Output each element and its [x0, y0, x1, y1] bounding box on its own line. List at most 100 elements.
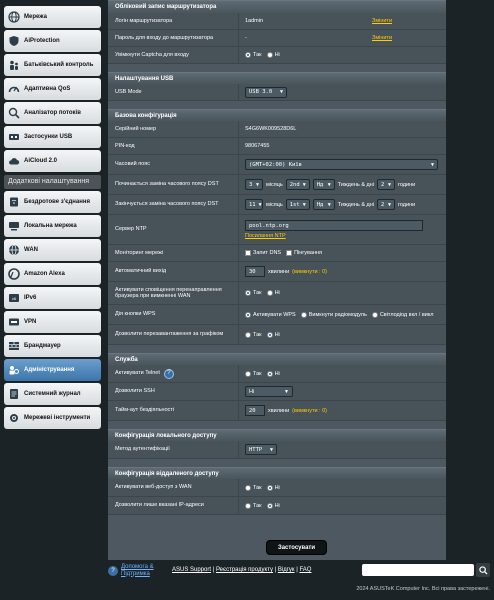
footer-search-input[interactable]	[362, 564, 474, 576]
dst-end-month-select[interactable]: 11 ▼	[245, 199, 263, 210]
radio-label: Так	[253, 331, 262, 338]
only-ip-yes-radio[interactable]: Так	[245, 502, 262, 509]
chevron-down-icon: ▼	[284, 388, 289, 395]
captcha-no-radio[interactable]: Ні	[266, 52, 280, 58]
dst-end-week-select[interactable]: 1st ▼	[285, 199, 310, 210]
sidebar-item-label: Amazon Alexa	[24, 270, 65, 277]
web-wan-no-radio[interactable]: Ні	[266, 484, 280, 491]
sidebar-item-globe[interactable]: Мережа	[4, 6, 101, 28]
sidebar-item-speedometer[interactable]: Адаптивна QoS	[4, 78, 101, 100]
product-registration-link[interactable]: Реєстрація продукту	[216, 567, 273, 573]
radio-label: Ні	[274, 484, 280, 491]
auto-logout-input[interactable]: 30	[245, 266, 265, 277]
sidebar-item-usb-apps[interactable]: Застосунки USB	[4, 126, 101, 148]
ping-checkbox[interactable]: Пінгування	[286, 250, 322, 256]
admin-icon	[7, 364, 20, 377]
only-ip-no-radio[interactable]: Ні	[266, 502, 280, 509]
sidebar-item-vpn[interactable]: VPN	[4, 311, 101, 333]
redirect-yes-radio[interactable]: Так	[245, 290, 262, 296]
dst-start-month-select[interactable]: 3 ▼	[245, 179, 263, 190]
redirect-label: Активувати сповіщення перенаправлення бр…	[108, 282, 239, 304]
lan-icon	[7, 220, 20, 233]
sidebar-item-ipv6[interactable]: v6 IPv6	[4, 287, 101, 309]
usb-apps-icon	[7, 131, 20, 144]
ssh-select[interactable]: Ні ▼	[245, 386, 293, 397]
sidebar-item-label: Локальна мережа	[24, 222, 77, 229]
captcha-yes-radio[interactable]: Так	[245, 52, 262, 58]
speedometer-icon	[7, 83, 20, 96]
wps-radio-off-radio[interactable]: Вимкнути радіомодуль	[300, 311, 367, 318]
radio-dot	[245, 370, 251, 377]
change-password-link[interactable]: Змінити	[372, 35, 392, 41]
network-monitor-label: Моніторинг мережі	[108, 245, 239, 261]
auth-method-select[interactable]: HTTP ▼	[245, 444, 277, 455]
hour-text: години	[397, 201, 416, 208]
timezone-label: Часовий пояс	[108, 155, 239, 174]
chevron-down-icon: ▼	[279, 89, 283, 95]
sidebar-item-lan[interactable]: Локальна мережа	[4, 215, 101, 237]
sidebar-item-label: Батьківський контроль	[24, 61, 94, 68]
faq-link[interactable]: FAQ	[299, 567, 311, 573]
checkbox-box	[245, 250, 251, 256]
log-icon	[7, 388, 20, 401]
select-value: 1st	[289, 201, 300, 208]
sidebar-item-traffic-analyzer[interactable]: Аналізатор потоків	[4, 102, 101, 124]
section-basic-config: Базова конфігурація	[108, 109, 446, 121]
row-ssh: Дозволити SSH Ні ▼	[108, 383, 446, 401]
dst-end-day-select[interactable]: Нд ▼	[312, 199, 335, 210]
row-telnet: Активувати Telnet ? Так Ні	[108, 365, 446, 383]
sidebar-item-shield[interactable]: AiProtection	[4, 30, 101, 52]
apply-button[interactable]: Застосувати	[266, 540, 327, 555]
reboot-yes-radio[interactable]: Так	[245, 331, 262, 338]
reboot-no-radio[interactable]: Ні	[266, 331, 280, 338]
telnet-yes-radio[interactable]: Так	[245, 370, 262, 377]
help-icon[interactable]: ?	[163, 368, 174, 379]
chevron-down-icon: ▼	[269, 446, 273, 453]
radio-dot	[266, 331, 273, 338]
change-login-link[interactable]: Змінити	[372, 18, 392, 24]
asus-support-link[interactable]: ASUS Support	[172, 567, 211, 573]
feedback-link[interactable]: Відгук	[278, 567, 295, 573]
timezone-select[interactable]: (GMT+02:00) Київ ▼	[245, 159, 438, 170]
radio-dot	[245, 331, 251, 338]
sidebar-item-admin[interactable]: Адміністрування	[4, 359, 101, 381]
ntp-link[interactable]: Посилання NTP	[245, 233, 286, 239]
idle-timeout-input[interactable]: 20	[245, 405, 265, 416]
usb-mode-select[interactable]: USB 3.0 ▼	[245, 86, 287, 98]
sidebar-item-label: Адміністрування	[24, 366, 75, 373]
sidebar-item-label: Системний журнал	[24, 390, 81, 397]
sidebar-item-cloud[interactable]: AiCloud 2.0	[4, 150, 101, 172]
sidebar-item-label: Аналізатор потоків	[24, 109, 81, 116]
dst-end-hour-select[interactable]: 2 ▼	[376, 199, 395, 210]
dst-start-week-select[interactable]: 2nd ▼	[285, 179, 310, 190]
sidebar-item-alexa[interactable]: Amazon Alexa	[4, 263, 101, 285]
row-dst-start: Починається заміна часового поясу DST 3 ▼…	[108, 175, 446, 195]
help-support-link[interactable]: ? Допомога & Підтримка	[108, 564, 171, 577]
wps-led-radio[interactable]: Світлодіод вкл / викл	[371, 311, 434, 318]
dns-query-checkbox[interactable]: Запит DNS	[245, 250, 281, 256]
row-auth-method: Метод аутентифікації HTTP ▼	[108, 441, 446, 459]
select-value: 2	[380, 181, 385, 188]
radio-label: Так	[253, 484, 262, 491]
sidebar-item-label: Мережа	[24, 13, 47, 20]
ipv6-icon: v6	[7, 292, 20, 305]
sidebar-item-firewall[interactable]: Брандмауер	[4, 335, 101, 357]
sidebar-item-tools[interactable]: Мережеві інструменти	[4, 407, 101, 429]
web-wan-yes-radio[interactable]: Так	[245, 484, 262, 491]
dst-start-hour-select[interactable]: 2 ▼	[376, 179, 395, 190]
dst-start-day-select[interactable]: Нд ▼	[312, 179, 335, 190]
sidebar-item-family[interactable]: Батьківський контроль	[4, 54, 101, 76]
sidebar-item-wan-globe[interactable]: WAN	[4, 239, 101, 261]
wps-activate-radio[interactable]: Активувати WPS	[245, 311, 296, 318]
ntp-server-input[interactable]: pool.ntp.org	[245, 220, 423, 231]
search-button[interactable]	[476, 563, 490, 577]
auto-logout-label: Автоматичний вихід	[108, 262, 239, 281]
sidebar-item-log[interactable]: Системний журнал	[4, 383, 101, 405]
section-usb: Налаштування USB	[108, 72, 446, 84]
telnet-no-radio[interactable]: Ні	[266, 370, 280, 377]
redirect-no-radio[interactable]: Ні	[266, 290, 280, 296]
select-value: 2	[380, 201, 385, 208]
serial-value: S4G6WK009528D6L	[245, 126, 297, 132]
main-panel: Обліковий запис маршрутизатора Логін мар…	[108, 0, 446, 560]
sidebar-item-wifi[interactable]: Бездротове з'єднання	[4, 191, 101, 213]
